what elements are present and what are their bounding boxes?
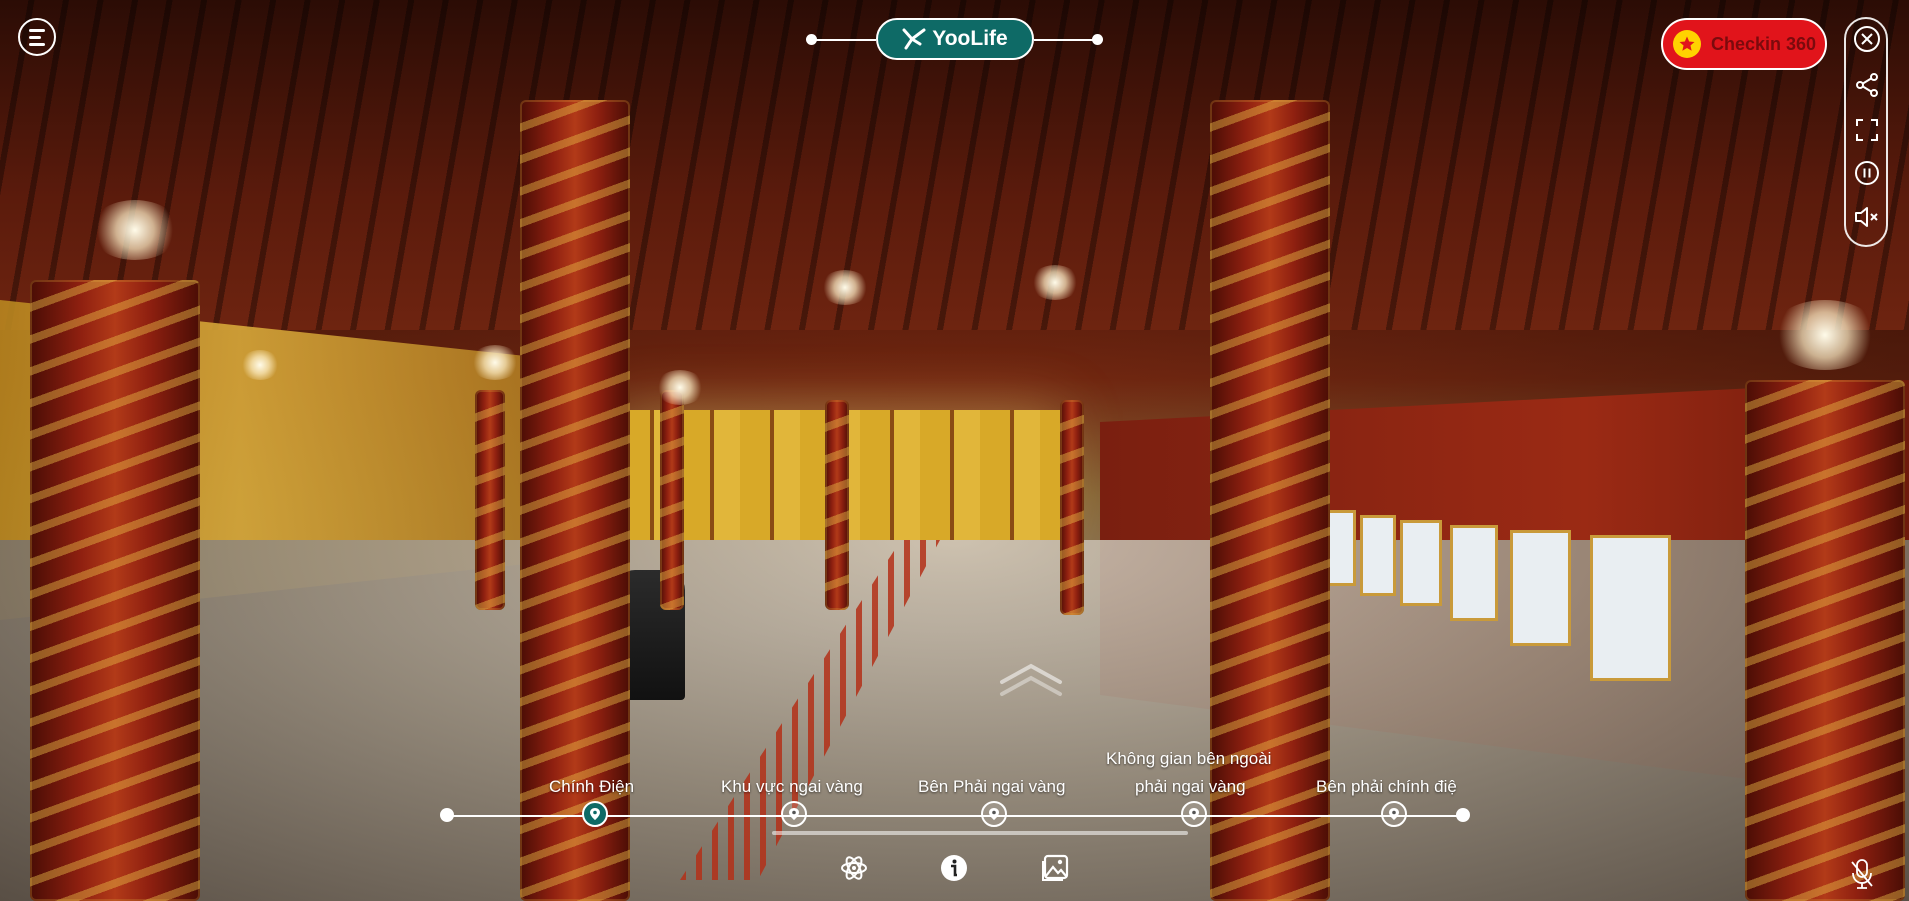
gallery-icon bbox=[1042, 854, 1069, 881]
brand-logo[interactable]: YooLife bbox=[876, 18, 1034, 60]
window bbox=[1510, 530, 1571, 646]
window bbox=[1450, 525, 1498, 621]
menu-line bbox=[29, 29, 45, 32]
info-button[interactable] bbox=[938, 852, 970, 884]
timeline-start-dot bbox=[440, 808, 454, 822]
atom-icon bbox=[841, 856, 867, 880]
pillar bbox=[660, 390, 684, 610]
pillar bbox=[1060, 400, 1084, 615]
timeline-label-khu-vuc-ngai-vang[interactable]: Khu vực ngai vàng bbox=[721, 777, 863, 797]
lamp bbox=[655, 370, 705, 405]
lamp bbox=[240, 350, 280, 380]
pillar bbox=[475, 390, 505, 610]
timeline-scrollbar[interactable] bbox=[772, 831, 1188, 835]
timeline-stop-ben-phai-chinh-dien[interactable] bbox=[1381, 801, 1407, 827]
mute-button[interactable] bbox=[1853, 203, 1881, 231]
checkin-360-button[interactable]: Checkin 360 bbox=[1661, 18, 1827, 70]
location-pin-icon bbox=[1189, 808, 1199, 820]
panorama-view[interactable] bbox=[0, 0, 1909, 901]
brand-line-left bbox=[812, 39, 876, 41]
star-icon bbox=[1679, 36, 1695, 51]
mic-off-icon[interactable] bbox=[1849, 858, 1875, 890]
vr-mode-button[interactable] bbox=[838, 852, 870, 884]
window bbox=[1590, 535, 1671, 681]
yoolife-logo-icon bbox=[902, 28, 926, 50]
menu-line bbox=[29, 43, 45, 46]
pause-button[interactable] bbox=[1853, 159, 1881, 187]
pillar bbox=[825, 400, 849, 610]
mute-icon bbox=[1855, 207, 1878, 227]
window bbox=[1400, 520, 1442, 606]
brand-name: YooLife bbox=[932, 27, 1008, 50]
checkin-label: Checkin 360 bbox=[1711, 33, 1817, 54]
lamp bbox=[470, 345, 520, 380]
lamp bbox=[1030, 265, 1080, 300]
timeline-label-ben-phai-chinh-dien[interactable]: Bên phải chính điệ bbox=[1316, 777, 1457, 797]
gallery-button[interactable] bbox=[1040, 852, 1072, 884]
info-icon bbox=[941, 855, 967, 881]
timeline-stop-ben-phai-ngai-vang[interactable] bbox=[981, 801, 1007, 827]
lamp bbox=[820, 270, 870, 305]
close-icon bbox=[1854, 26, 1880, 52]
share-icon bbox=[1856, 73, 1878, 97]
timeline-stop-khu-vuc-ngai-vang[interactable] bbox=[781, 801, 807, 827]
star-badge bbox=[1673, 30, 1701, 58]
location-pin-icon bbox=[789, 808, 799, 820]
lamp bbox=[90, 200, 180, 260]
move-forward-chevron-icon[interactable] bbox=[996, 660, 1066, 700]
pillar bbox=[1745, 380, 1905, 901]
pause-icon bbox=[1855, 161, 1879, 185]
timeline-label-ben-phai-ngai-vang[interactable]: Bên Phải ngai vàng bbox=[918, 777, 1065, 797]
close-button[interactable] bbox=[1853, 25, 1881, 53]
timeline-stop-khong-gian-ben-ngoai[interactable] bbox=[1181, 801, 1207, 827]
fullscreen-button[interactable] bbox=[1853, 116, 1881, 144]
timeline-label-khong-gian-line2[interactable]: phải ngai vàng bbox=[1135, 777, 1246, 797]
location-pin-icon bbox=[1389, 808, 1399, 820]
menu-line bbox=[29, 36, 41, 39]
timeline-label-khong-gian-line1[interactable]: Không gian bên ngoài bbox=[1106, 749, 1271, 769]
location-pin-icon bbox=[989, 808, 999, 820]
brand-line-right bbox=[1034, 39, 1098, 41]
brand-dot-right bbox=[1092, 34, 1103, 45]
pillar bbox=[30, 280, 200, 901]
share-button[interactable] bbox=[1853, 71, 1881, 99]
timeline-end-dot bbox=[1456, 808, 1470, 822]
menu-button[interactable] bbox=[18, 18, 56, 56]
brand-dot-left bbox=[806, 34, 817, 45]
timeline-label-chinh-dien[interactable]: Chính Điện bbox=[549, 777, 634, 797]
window bbox=[1360, 515, 1396, 596]
location-pin-icon bbox=[590, 808, 600, 820]
timeline-stop-chinh-dien[interactable] bbox=[582, 801, 608, 827]
fullscreen-icon bbox=[1856, 119, 1878, 141]
lamp bbox=[1770, 300, 1880, 370]
side-control-panel bbox=[1844, 17, 1888, 247]
